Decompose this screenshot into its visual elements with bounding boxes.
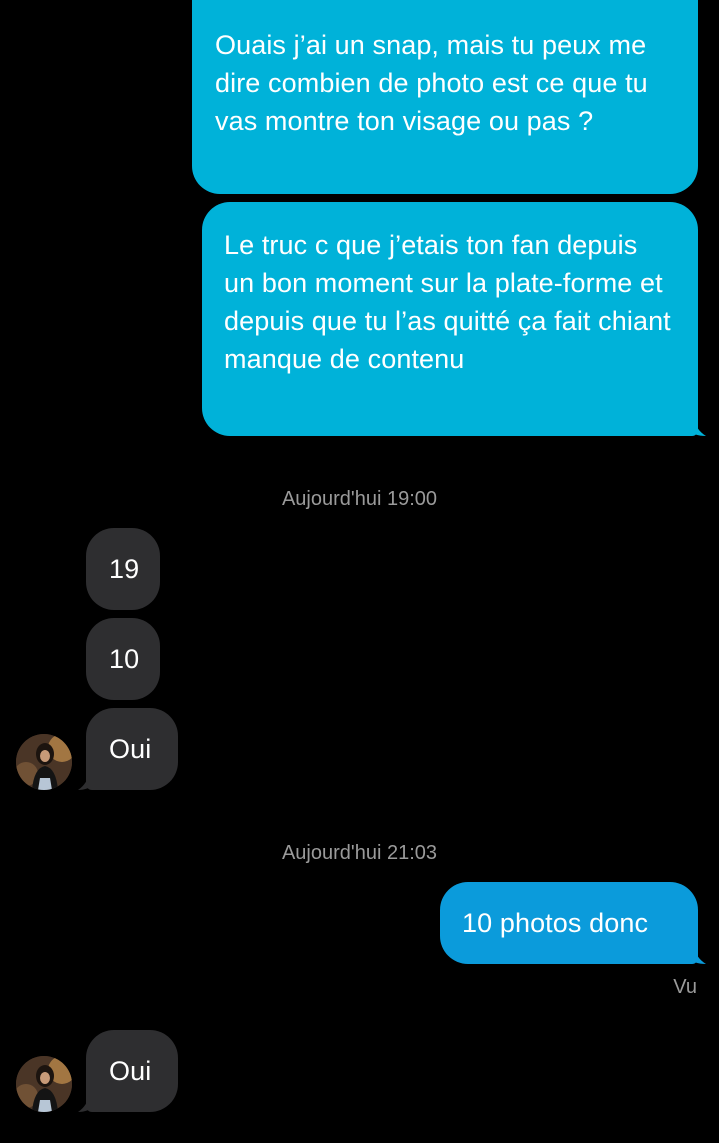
sent-message-bubble[interactable]: Le truc c que j’etais ton fan depuis un …	[202, 202, 698, 436]
received-message-bubble[interactable]: Oui	[86, 1030, 178, 1112]
received-message-bubble[interactable]: 19	[86, 528, 160, 610]
bubble-tail	[78, 772, 94, 790]
timestamp: Aujourd'hui 21:03	[281, 842, 438, 864]
sent-message-bubble[interactable]: Ouais j’ai un snap, mais tu peux me dire…	[192, 0, 698, 194]
message-text: Oui	[109, 1056, 152, 1086]
bubble-tail	[688, 416, 706, 436]
message-text: Ouais j’ai un snap, mais tu peux me dire…	[215, 30, 648, 136]
message-text: 10	[109, 644, 140, 674]
received-message-bubble[interactable]: 10	[86, 618, 160, 700]
avatar[interactable]	[16, 734, 72, 790]
profile-photo-icon	[16, 1056, 72, 1112]
message-text: Le truc c que j’etais ton fan depuis un …	[224, 230, 671, 374]
message-text: 19	[109, 554, 140, 584]
profile-photo-icon	[16, 734, 72, 790]
bubble-tail	[688, 944, 706, 964]
message-text: 10 photos donc	[462, 908, 649, 938]
seen-status: Vu	[673, 976, 697, 998]
sent-message-bubble[interactable]: 10 photos donc	[440, 882, 698, 964]
bubble-tail	[78, 1094, 94, 1112]
avatar[interactable]	[16, 1056, 72, 1112]
message-text: Oui	[109, 734, 152, 764]
timestamp: Aujourd'hui 19:00	[281, 488, 438, 510]
received-message-bubble[interactable]: Oui	[86, 708, 178, 790]
